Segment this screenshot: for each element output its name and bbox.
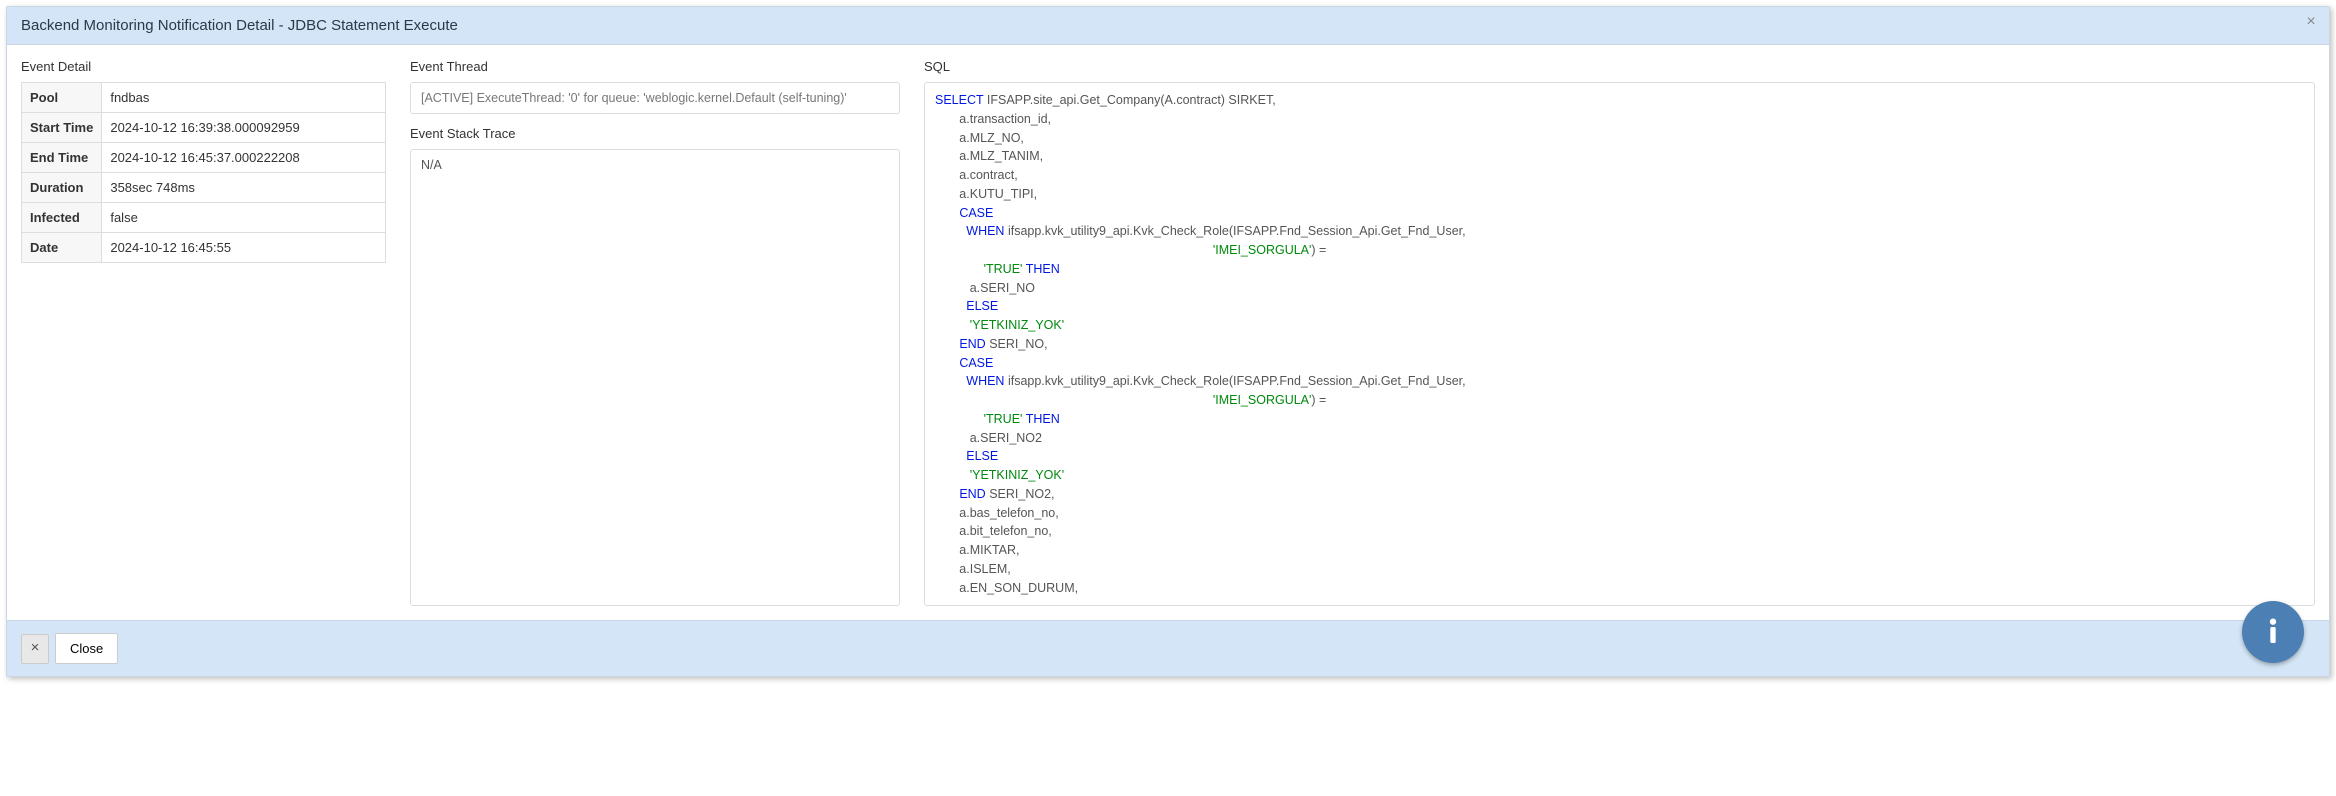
notification-detail-dialog: Backend Monitoring Notification Detail -… xyxy=(6,6,2330,677)
sql-line: 'TRUE' THEN xyxy=(935,260,2304,279)
sql-line: a.KUTU_TIPI, xyxy=(935,185,2304,204)
sql-line: WHEN ifsapp.kvk_utility9_api.Kvk_Check_R… xyxy=(935,222,2304,241)
detail-value: 2024-10-12 16:45:37.000222208 xyxy=(102,143,386,173)
sql-line: ELSE xyxy=(935,447,2304,466)
thread-queue-label: queue: xyxy=(602,91,644,105)
thread-for: for xyxy=(580,91,602,105)
stack-trace-value: N/A xyxy=(421,158,442,172)
sql-line: 'IMEI_SORGULA') = xyxy=(935,391,2304,410)
sql-line: 'IMEI_SORGULA') = xyxy=(935,241,2304,260)
sql-column: SQL SELECT IFSAPP.site_api.Get_Company(A… xyxy=(924,59,2315,606)
thread-queue-value: 'weblogic.kernel.Default (self-tuning)' xyxy=(643,91,846,105)
event-thread-box: [ACTIVE] ExecuteThread: '0' for queue: '… xyxy=(410,82,900,114)
detail-value: fndbas xyxy=(102,83,386,113)
sql-line: a.MIKTAR, xyxy=(935,541,2304,560)
sql-line: CASE xyxy=(935,354,2304,373)
detail-label: Infected xyxy=(22,203,102,233)
detail-label: Pool xyxy=(22,83,102,113)
sql-line: END SERI_NO2, xyxy=(935,485,2304,504)
table-row: Pool fndbas xyxy=(22,83,386,113)
sql-line: a.bit_telefon_no, xyxy=(935,522,2304,541)
dialog-body: Event Detail Pool fndbas Start Time 2024… xyxy=(7,45,2329,620)
detail-label: Duration xyxy=(22,173,102,203)
dialog-close-icon[interactable]: × xyxy=(2301,13,2321,33)
event-thread-label: Event Thread xyxy=(410,59,900,74)
sql-line: a.SERI_NO xyxy=(935,279,2304,298)
footer-close-x-button[interactable]: × xyxy=(21,634,49,664)
sql-line: 'YETKINIZ_YOK' xyxy=(935,466,2304,485)
detail-label: End Time xyxy=(22,143,102,173)
thread-num: '0' xyxy=(568,91,580,105)
event-detail-table: Pool fndbas Start Time 2024-10-12 16:39:… xyxy=(21,82,386,263)
sql-line: 'YETKINIZ_YOK' xyxy=(935,316,2304,335)
event-detail-column: Event Detail Pool fndbas Start Time 2024… xyxy=(21,59,386,606)
sql-line: a.SERI_NO2 xyxy=(935,429,2304,448)
sql-line: CASE xyxy=(935,204,2304,223)
table-row: Infected false xyxy=(22,203,386,233)
dialog-title: Backend Monitoring Notification Detail -… xyxy=(21,17,458,34)
sql-line: SELECT IFSAPP.site_api.Get_Company(A.con… xyxy=(935,91,2304,110)
table-row: Date 2024-10-12 16:45:55 xyxy=(22,233,386,263)
event-stack-trace-box: N/A xyxy=(410,149,900,606)
sql-line: a.EN_SON_DURUM, xyxy=(935,579,2304,598)
sql-label: SQL xyxy=(924,59,2315,74)
detail-value: false xyxy=(102,203,386,233)
info-icon xyxy=(2257,615,2289,650)
detail-value: 2024-10-12 16:45:55 xyxy=(102,233,386,263)
close-button[interactable]: Close xyxy=(55,633,118,664)
table-row: End Time 2024-10-12 16:45:37.000222208 xyxy=(22,143,386,173)
detail-label: Start Time xyxy=(22,113,102,143)
sql-line: a.ISLEM, xyxy=(935,560,2304,579)
sql-line: WHEN ifsapp.kvk_utility9_api.Kvk_Check_R… xyxy=(935,372,2304,391)
table-row: Duration 358sec 748ms xyxy=(22,173,386,203)
event-stack-trace-label: Event Stack Trace xyxy=(410,126,900,141)
sql-line: a.MLZ_NO, xyxy=(935,129,2304,148)
sql-line: END SERI_NO, xyxy=(935,335,2304,354)
event-thread-column: Event Thread [ACTIVE] ExecuteThread: '0'… xyxy=(410,59,900,606)
thread-prefix: [ACTIVE] ExecuteThread: xyxy=(421,91,568,105)
detail-value: 358sec 748ms xyxy=(102,173,386,203)
sql-line: 'TRUE' THEN xyxy=(935,410,2304,429)
info-fab-button[interactable] xyxy=(2242,601,2304,663)
table-row: Start Time 2024-10-12 16:39:38.000092959 xyxy=(22,113,386,143)
sql-line: a.MLZ_TANIM, xyxy=(935,147,2304,166)
dialog-footer: × Close xyxy=(7,620,2329,676)
sql-line: a.contract, xyxy=(935,166,2304,185)
event-detail-label: Event Detail xyxy=(21,59,386,74)
sql-line: a.bas_telefon_no, xyxy=(935,504,2304,523)
detail-value: 2024-10-12 16:39:38.000092959 xyxy=(102,113,386,143)
sql-box[interactable]: SELECT IFSAPP.site_api.Get_Company(A.con… xyxy=(924,82,2315,606)
detail-label: Date xyxy=(22,233,102,263)
sql-line: ELSE xyxy=(935,297,2304,316)
sql-line: a.transaction_id, xyxy=(935,110,2304,129)
dialog-header: Backend Monitoring Notification Detail -… xyxy=(7,7,2329,45)
